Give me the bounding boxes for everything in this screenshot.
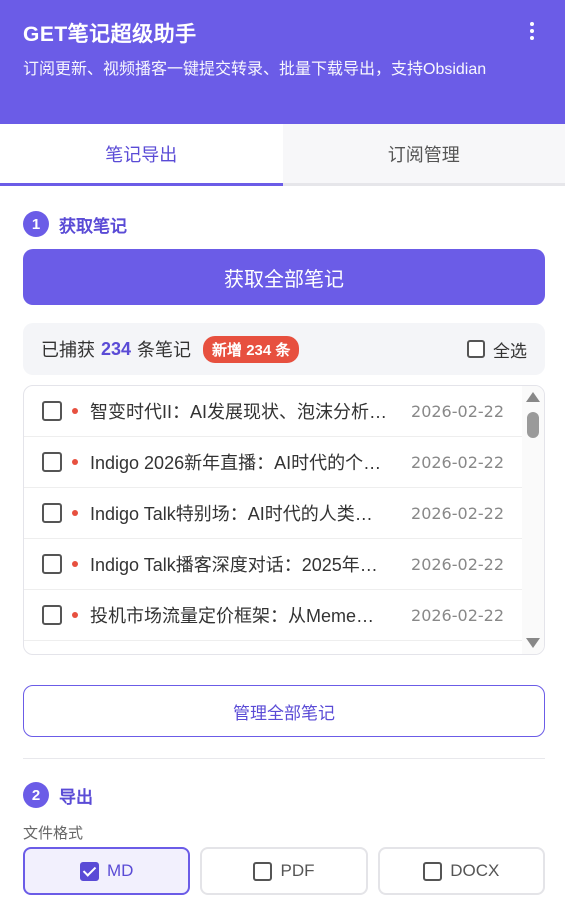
new-dot-icon [72, 510, 78, 516]
tab-note-export[interactable]: 笔记导出 [0, 124, 283, 186]
step-2-label: 导出 [59, 787, 93, 807]
list-item[interactable]: Indigo Talk特别场：AI时代的人类价值 2026-02-22 [24, 488, 522, 539]
format-md-label: MD [106, 861, 134, 880]
note-date: 2026-02-22 [411, 503, 504, 523]
app-title: GET笔记超级助手 [23, 23, 197, 46]
format-options: MD PDF DOCX [23, 847, 545, 895]
scroll-thumb[interactable] [527, 412, 539, 438]
captured-count: 234 [101, 338, 132, 359]
format-option-docx[interactable]: DOCX [377, 847, 545, 895]
summary-suffix: 条笔记 [137, 340, 192, 360]
step-2-header: 2 导出 [23, 782, 93, 808]
format-pdf-label: PDF [280, 861, 315, 880]
more-vertical-icon[interactable] [521, 20, 543, 42]
new-dot-icon [72, 612, 78, 618]
note-title: Indigo 2026新年直播：AI时代的个人与组织 [90, 453, 390, 473]
list-item[interactable]: Indigo 2026新年直播：AI时代的个人与组织 2026-02-22 [24, 437, 522, 488]
note-checkbox[interactable] [42, 452, 62, 472]
manage-all-notes-button[interactable]: 管理全部笔记 [23, 685, 545, 737]
note-checkbox[interactable] [42, 401, 62, 421]
scroll-up-icon[interactable] [526, 392, 540, 402]
select-all-label: 全选 [493, 341, 527, 361]
capture-summary: 已捕获 234 条笔记 新增 234 条 全选 [23, 323, 545, 375]
tab-bar: 笔记导出 订阅管理 [0, 124, 565, 186]
note-date: 2026-02-22 [411, 401, 504, 421]
note-date: 2026-02-22 [411, 554, 504, 574]
tab-subscription-management[interactable]: 订阅管理 [283, 124, 565, 183]
step-2-number: 2 [23, 782, 49, 808]
list-item[interactable]: 智变时代II：AI发展现状、泡沫分析与未来展望 2026-02-22 [24, 386, 522, 437]
step-1-number: 1 [23, 211, 49, 237]
format-md-checkbox[interactable] [79, 861, 99, 881]
app-header: GET笔记超级助手 订阅更新、视频播客一键提交转录、批量下载导出，支持Obsid… [0, 0, 565, 124]
format-option-md[interactable]: MD [23, 847, 191, 895]
new-count-badge: 新增 234 条 [203, 335, 300, 363]
list-scrollbar[interactable] [522, 386, 544, 654]
note-title: Indigo Talk特别场：AI时代的人类价值 [90, 504, 390, 524]
scroll-down-icon[interactable] [526, 638, 540, 648]
note-checkbox[interactable] [42, 503, 62, 523]
format-pdf-checkbox[interactable] [253, 861, 273, 881]
note-date: 2026-02-22 [411, 452, 504, 472]
list-item[interactable]: 投机市场流量定价框架：从Meme到资产 2026-02-22 [24, 590, 522, 641]
format-docx-label: DOCX [450, 861, 500, 880]
fetch-all-notes-button[interactable]: 获取全部笔记 [23, 249, 545, 305]
step-1-header: 1 获取笔记 [23, 211, 127, 237]
note-title: 智变时代II：AI发展现状、泡沫分析与未来展望 [90, 402, 390, 422]
select-all-checkbox[interactable] [467, 340, 485, 358]
new-dot-icon [72, 561, 78, 567]
new-dot-icon [72, 459, 78, 465]
select-all-toggle[interactable]: 全选 [467, 337, 527, 362]
notes-list: 智变时代II：AI发展现状、泡沫分析与未来展望 2026-02-22 Indig… [23, 385, 545, 655]
list-item[interactable]: Indigo Talk播客深度对话：2025年度回顾 2026-02-22 [24, 539, 522, 590]
step-1-label: 获取笔记 [59, 216, 127, 236]
app-subtitle: 订阅更新、视频播客一键提交转录、批量下载导出，支持Obsidian [23, 61, 487, 78]
note-checkbox[interactable] [42, 605, 62, 625]
note-title: 投机市场流量定价框架：从Meme到资产 [90, 606, 390, 626]
summary-prefix: 已捕获 [41, 340, 95, 360]
new-dot-icon [72, 408, 78, 414]
note-checkbox[interactable] [42, 554, 62, 574]
file-format-label: 文件格式 [23, 825, 84, 842]
format-option-pdf[interactable]: PDF [200, 847, 368, 895]
section-divider [23, 758, 545, 759]
format-docx-checkbox[interactable] [423, 861, 443, 881]
note-title: Indigo Talk播客深度对话：2025年度回顾 [90, 555, 390, 575]
note-date: 2026-02-22 [411, 605, 504, 625]
